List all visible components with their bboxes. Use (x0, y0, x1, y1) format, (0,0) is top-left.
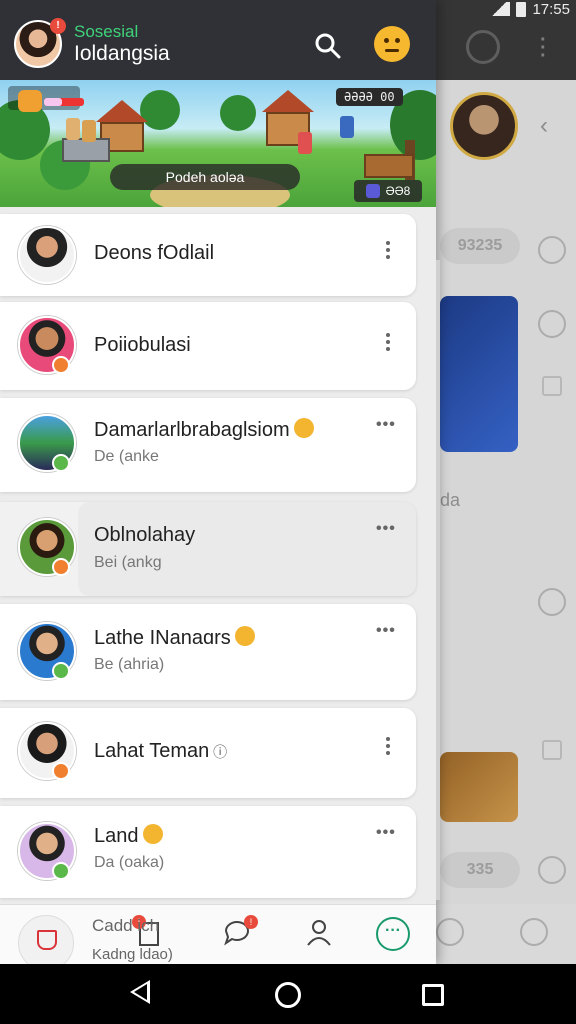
list-item-selected[interactable]: Oblnolahay Bei (ankɡ ••• (0, 502, 416, 596)
health-bar (8, 86, 84, 112)
app-name: Sosesial (74, 22, 139, 41)
nav-badge: ! (244, 915, 258, 929)
recents-icon[interactable] (422, 984, 444, 1006)
nav-sublabel: Kadng ldao) (92, 946, 173, 963)
search-icon[interactable] (314, 32, 342, 60)
status-badge (52, 662, 70, 680)
more-horiz-icon[interactable]: ••• (376, 416, 396, 434)
list-item[interactable]: Lahat Teman ⓘ (0, 708, 416, 798)
list-item[interactable]: Poiiobulasi (0, 302, 416, 390)
contact-status: Bei (ankɡ (94, 554, 162, 571)
more-horiz-icon[interactable]: ••• (376, 520, 396, 538)
nav-more-button[interactable]: ··· (376, 917, 410, 951)
coin-counter: ƏƏ8 (354, 180, 422, 202)
nav-profile-icon[interactable] (304, 917, 334, 947)
contact-name: Lahat Teman ⓘ (94, 740, 228, 762)
emoji-icon (234, 626, 255, 646)
profile-notification-badge: ! (50, 18, 66, 34)
contact-name: Poiiobulasi (94, 334, 191, 356)
list-item[interactable]: Deons fOdlail (0, 214, 416, 296)
contact-status: De (anke (94, 448, 159, 465)
navigation-drawer: ! Sosesial Ioldangsia ƏƏƏƏ 00 Podeh aolə… (0, 0, 436, 964)
status-badge (52, 862, 70, 880)
game-banner[interactable]: ƏƏƏƏ 00 Podeh aoləa ƏƏ8 (0, 80, 436, 207)
contact-avatar (18, 226, 76, 284)
user-name: Ioldangsia (74, 42, 170, 65)
contact-name: Damarlarlbrabaglsiom (94, 418, 314, 442)
nav-label: Cadd ich (92, 916, 160, 935)
drawer-scrim[interactable] (436, 0, 576, 964)
contact-status: Be (ahria) (94, 656, 165, 673)
list-item[interactable]: Damarlarlbrabaglsiom De (anke ••• (0, 398, 416, 492)
info-icon: ⓘ (209, 744, 228, 760)
score-tag: ƏƏƏƏ 00 (336, 88, 403, 106)
more-horiz-icon[interactable]: ••• (376, 622, 396, 640)
list-item[interactable]: Lathe INanaɑrs Be (ahria) ••• (0, 604, 416, 700)
more-vert-icon[interactable] (384, 238, 392, 262)
cup-icon (37, 930, 57, 950)
contact-name: Oblnolahay (94, 524, 196, 546)
coin-value: ƏƏ8 (385, 184, 411, 198)
nav-home-button[interactable] (18, 915, 74, 964)
mood-emoji-button[interactable] (374, 26, 410, 62)
list-item[interactable]: Land Da (oaka) ••• (0, 806, 416, 898)
contact-status: Da (oaka) (94, 854, 165, 871)
status-badge (52, 454, 70, 472)
status-badge (52, 558, 70, 576)
bottom-navigation: ! ! ··· (0, 904, 436, 964)
contact-name: Lathe INanaɑrs (94, 626, 255, 650)
scrollbar[interactable] (436, 260, 440, 900)
system-navigation-bar (0, 964, 576, 1024)
gem-icon (365, 184, 380, 198)
home-icon[interactable] (275, 982, 301, 1008)
emoji-icon (293, 418, 314, 438)
status-badge (52, 762, 70, 780)
more-vert-icon[interactable] (384, 330, 392, 354)
status-badge (52, 356, 70, 374)
back-icon[interactable] (130, 980, 150, 1004)
banner-play-button[interactable]: Podeh aoləa (110, 164, 300, 190)
drawer-header: ! Sosesial Ioldangsia (0, 0, 436, 80)
contact-name: Deons fOdlail (94, 242, 215, 264)
more-horiz-icon[interactable]: ••• (376, 824, 396, 842)
fist-icon (18, 90, 42, 112)
more-vert-icon[interactable] (384, 734, 392, 758)
emoji-icon (142, 824, 163, 844)
contact-name: Land (94, 824, 163, 848)
